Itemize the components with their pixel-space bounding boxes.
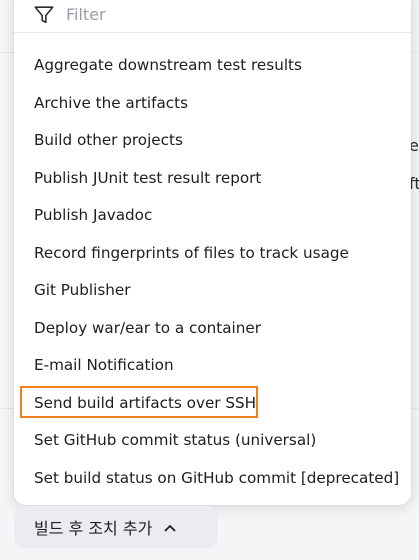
filter-icon <box>34 6 54 24</box>
menu-item-github-build-status-deprecated[interactable]: Set build status on GitHub commit [depre… <box>14 460 411 498</box>
add-post-build-action-button[interactable]: 빌드 후 조치 추가 <box>14 506 218 548</box>
menu-item-git-publisher[interactable]: Git Publisher <box>14 272 411 310</box>
filter-input[interactable] <box>66 0 366 28</box>
menu-item-publish-javadoc[interactable]: Publish Javadoc <box>14 197 411 235</box>
menu-item-archive-artifacts[interactable]: Archive the artifacts <box>14 85 411 123</box>
chevron-up-icon <box>165 525 176 532</box>
menu-item-deploy-war-ear[interactable]: Deploy war/ear to a container <box>14 310 411 348</box>
menu-item-build-other-projects[interactable]: Build other projects <box>14 122 411 160</box>
menu-item-github-commit-status[interactable]: Set GitHub commit status (universal) <box>14 422 411 460</box>
add-post-build-action-label: 빌드 후 조치 추가 <box>34 519 153 538</box>
menu-item-record-fingerprints[interactable]: Record fingerprints of files to track us… <box>14 235 411 273</box>
menu-item-send-artifacts-ssh[interactable]: Send build artifacts over SSH <box>14 385 411 423</box>
filter-row <box>14 0 411 33</box>
post-build-action-dropdown: Aggregate downstream test results Archiv… <box>14 0 411 505</box>
action-menu-list: Aggregate downstream test results Archiv… <box>14 47 411 497</box>
menu-item-aggregate-downstream[interactable]: Aggregate downstream test results <box>14 47 411 85</box>
menu-item-publish-junit[interactable]: Publish JUnit test result report <box>14 160 411 198</box>
menu-item-email-notification[interactable]: E-mail Notification <box>14 347 411 385</box>
